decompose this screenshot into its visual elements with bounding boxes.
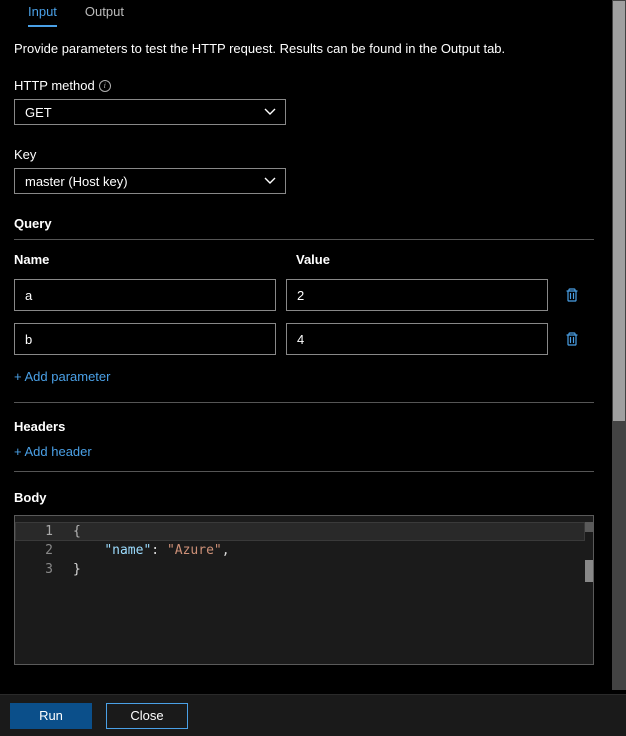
editor-scroll-thumb[interactable] <box>585 560 593 582</box>
key-select[interactable]: master (Host key) <box>14 168 286 194</box>
query-section: Query Name Value + Add parameter <box>14 216 594 403</box>
footer-bar: Run Close <box>0 694 626 736</box>
divider <box>14 239 594 240</box>
code-line: } <box>73 560 593 579</box>
description-text: Provide parameters to test the HTTP requ… <box>14 41 594 56</box>
http-method-label: HTTP method i <box>14 78 594 93</box>
query-name-header: Name <box>14 252 286 267</box>
query-column-headers: Name Value <box>14 252 594 267</box>
http-method-label-text: HTTP method <box>14 78 95 93</box>
query-row <box>14 279 594 311</box>
panel-scrollbar-thumb[interactable] <box>613 1 625 421</box>
headers-label: Headers <box>14 419 594 434</box>
trash-icon <box>564 331 580 347</box>
panel-scrollbar-track[interactable] <box>612 0 626 690</box>
query-value-input[interactable] <box>286 279 548 311</box>
query-value-input[interactable] <box>286 323 548 355</box>
body-editor[interactable]: 1 2 3 { "name": "Azure", } <box>14 515 594 665</box>
body-section: Body 1 2 3 { "name": "Azure", } <box>14 490 594 665</box>
code-line: { <box>73 522 593 541</box>
query-row <box>14 323 594 355</box>
body-label: Body <box>14 490 594 505</box>
code-line: "name": "Azure", <box>73 541 593 560</box>
tab-bar: Input Output <box>14 0 594 27</box>
tab-input[interactable]: Input <box>14 0 71 27</box>
add-header-button[interactable]: + Add header <box>14 444 92 459</box>
line-number: 3 <box>15 560 53 579</box>
info-icon[interactable]: i <box>99 80 111 92</box>
tab-output[interactable]: Output <box>71 0 138 27</box>
key-value: master (Host key) <box>25 174 128 189</box>
add-parameter-button[interactable]: + Add parameter <box>14 369 110 384</box>
divider <box>14 402 594 403</box>
editor-gutter: 1 2 3 <box>15 516 73 664</box>
run-button[interactable]: Run <box>10 703 92 729</box>
query-label: Query <box>14 216 594 231</box>
editor-scrollbar[interactable] <box>583 516 593 664</box>
divider <box>14 471 594 472</box>
editor-scroll-marker <box>585 522 593 532</box>
main-content: Input Output Provide parameters to test … <box>0 0 608 665</box>
query-name-input[interactable] <box>14 323 276 355</box>
headers-section: Headers + Add header <box>14 419 594 472</box>
delete-row-button[interactable] <box>558 331 586 347</box>
http-method-section: HTTP method i GET <box>14 78 594 125</box>
editor-code-area[interactable]: { "name": "Azure", } <box>73 516 593 664</box>
trash-icon <box>564 287 580 303</box>
key-label: Key <box>14 147 594 162</box>
key-section: Key master (Host key) <box>14 147 594 194</box>
http-method-select[interactable]: GET <box>14 99 286 125</box>
close-button[interactable]: Close <box>106 703 188 729</box>
chevron-down-icon <box>263 177 277 185</box>
delete-row-button[interactable] <box>558 287 586 303</box>
line-number: 1 <box>15 522 53 541</box>
http-method-value: GET <box>25 105 52 120</box>
query-value-header: Value <box>296 252 594 267</box>
query-name-input[interactable] <box>14 279 276 311</box>
chevron-down-icon <box>263 108 277 116</box>
line-number: 2 <box>15 541 53 560</box>
